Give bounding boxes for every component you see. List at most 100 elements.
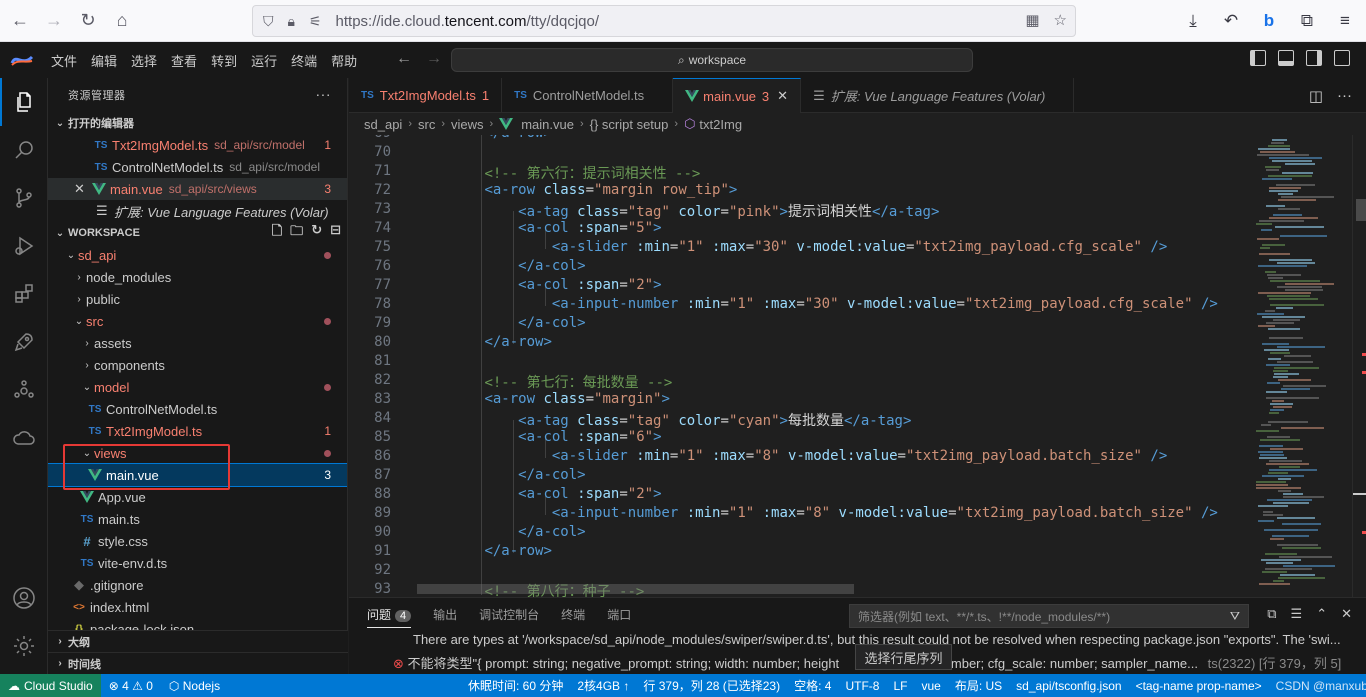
toggle-secondary-sidebar-icon[interactable]	[1306, 50, 1322, 66]
explorer-icon[interactable]	[0, 78, 48, 126]
close-icon[interactable]: ✕	[777, 88, 788, 104]
tree-file[interactable]: TS main.ts	[48, 508, 347, 530]
tree-file[interactable]: TS vite-env.d.ts	[48, 552, 347, 574]
panel-tab-ports[interactable]: 端口	[607, 606, 631, 628]
panel-tab-terminal[interactable]: 终端	[561, 606, 585, 628]
open-editor-item[interactable]: TS ControlNetModel.ts sd_api/src/model	[48, 156, 347, 178]
home-icon[interactable]: ⌂	[108, 7, 136, 35]
menu-view[interactable]: 查看	[164, 51, 204, 70]
horizontal-scrollbar[interactable]	[417, 584, 854, 594]
open-editor-item[interactable]: TS Txt2ImgModel.ts sd_api/src/model 1	[48, 134, 347, 156]
remote-indicator[interactable]: ☁ Cloud Studio	[0, 674, 101, 697]
language-status[interactable]: vue	[921, 679, 940, 693]
panel-tab-debug-console[interactable]: 调试控制台	[479, 606, 539, 628]
run-debug-icon[interactable]	[0, 222, 48, 270]
tree-folder[interactable]: ⌄ sd_api	[48, 244, 347, 266]
bookmark-star-icon[interactable]: ☆	[1054, 11, 1067, 29]
breadcrumb-item[interactable]: main.vue	[521, 117, 574, 132]
download-icon[interactable]: ⤓	[1182, 7, 1204, 35]
tree-file[interactable]: ◆ .gitignore	[48, 574, 347, 596]
filter-icon[interactable]: ⛛	[1230, 609, 1240, 624]
new-folder-icon[interactable]: 🗀︎	[290, 222, 303, 244]
menu-run[interactable]: 运行	[244, 51, 284, 70]
runtime-status[interactable]: ⬡ Nodejs	[161, 679, 228, 693]
search-icon[interactable]	[0, 126, 48, 174]
more-actions-icon[interactable]: ···	[1337, 87, 1352, 105]
tree-file[interactable]: TS Txt2ImgModel.ts 1	[48, 420, 347, 442]
keyboard-layout-status[interactable]: 布局: US	[955, 677, 1002, 694]
tree-folder[interactable]: › public	[48, 288, 347, 310]
extensions-icon[interactable]	[0, 270, 48, 318]
breadcrumb-item[interactable]: src	[418, 117, 435, 132]
account-icon[interactable]	[0, 574, 48, 622]
toggle-panel-icon[interactable]	[1278, 50, 1294, 66]
problems-status[interactable]: ⊗ 4 ⚠ 0	[101, 679, 161, 693]
toggle-sidebar-icon[interactable]	[1250, 50, 1266, 66]
graph-icon[interactable]	[0, 366, 48, 414]
tab-txt2imgmodel[interactable]: TS Txt2ImgModel.ts 1	[349, 78, 503, 113]
timeline-header[interactable]: › 时间线	[48, 652, 348, 674]
spec-status[interactable]: 2核4GB ↑	[577, 677, 629, 694]
customize-layout-icon[interactable]	[1334, 50, 1350, 66]
open-editor-item-active[interactable]: ✕ main.vue sd_api/src/views 3	[48, 178, 347, 200]
rocket-icon[interactable]	[0, 318, 48, 366]
collapse-all-icon[interactable]: ⧉	[1267, 606, 1276, 622]
menu-help[interactable]: 帮助	[324, 51, 364, 70]
sleep-status[interactable]: 休眠时间: 60 分钟	[468, 677, 563, 694]
tab-volar-extension[interactable]: ☰ 扩展: Vue Language Features (Volar)	[801, 78, 1075, 113]
problems-filter-input[interactable]: 筛选器(例如 text、**/*.ts、!**/node_modules/**)…	[849, 604, 1249, 628]
new-file-icon[interactable]: 🗋︎	[272, 222, 282, 244]
workspace-header[interactable]: ⌄ WORKSPACE 🗋︎ 🗀︎ ↻ ⊟	[48, 222, 347, 244]
tab-controlnetmodel[interactable]: TS ControlNetModel.ts	[502, 78, 674, 113]
source-control-icon[interactable]	[0, 174, 48, 222]
breadcrumb-item[interactable]: {} script setup	[590, 117, 669, 132]
nav-forward-icon[interactable]: →	[426, 50, 442, 68]
tree-file[interactable]: TS ControlNetModel.ts	[48, 398, 347, 420]
settings-gear-icon[interactable]	[0, 622, 48, 670]
breadcrumb-item[interactable]: txt2Img	[699, 117, 742, 132]
more-actions-icon[interactable]: ···	[316, 86, 332, 102]
cursor-position[interactable]: 行 379，列 28 (已选择23)	[643, 677, 780, 694]
open-editor-item[interactable]: ☰ 扩展: Vue Language Features (Volar)	[48, 200, 347, 222]
maximize-panel-icon[interactable]: ⌃	[1316, 606, 1327, 622]
reload-icon[interactable]: ↻	[74, 7, 102, 35]
panel-tab-problems[interactable]: 问题 4	[367, 606, 412, 628]
menu-file[interactable]: 文件	[44, 51, 84, 70]
bing-icon[interactable]: b	[1258, 7, 1280, 35]
indentation-status[interactable]: 空格: 4	[794, 677, 831, 694]
back-icon[interactable]: ←	[6, 7, 34, 35]
tree-file[interactable]: <> index.html	[48, 596, 347, 618]
menu-selection[interactable]: 选择	[124, 51, 164, 70]
close-panel-icon[interactable]: ✕	[1341, 606, 1352, 622]
outline-header[interactable]: › 大纲	[48, 630, 348, 652]
cloud-icon[interactable]	[0, 414, 48, 462]
qr-code-icon[interactable]: ▦	[1025, 11, 1039, 29]
tree-folder[interactable]: › components	[48, 354, 347, 376]
refresh-icon[interactable]: ↻	[311, 222, 322, 244]
menu-terminal[interactable]: 终端	[284, 51, 324, 70]
panel-tab-output[interactable]: 输出	[433, 606, 457, 628]
code-editor[interactable]: 69 </a-row> 70 71 <!-- 第六行：提示词相关性 --> 72 <a…	[349, 135, 1366, 597]
minimap[interactable]	[1248, 135, 1352, 597]
split-editor-icon[interactable]: ◫	[1309, 87, 1323, 105]
tag-style-status[interactable]: <tag-name prop-name>	[1136, 679, 1262, 693]
eol-status[interactable]: LF	[893, 679, 907, 693]
tree-folder[interactable]: › node_modules	[48, 266, 347, 288]
vertical-scrollbar[interactable]	[1352, 135, 1366, 597]
address-bar[interactable]: ⛉ 🔒︎ ⚟ https://ide.cloud.tencent.com/tty…	[252, 5, 1076, 37]
tree-folder[interactable]: ⌄ model	[48, 376, 347, 398]
encoding-status[interactable]: UTF-8	[845, 679, 879, 693]
undo-icon[interactable]: ↶	[1220, 7, 1242, 35]
menu-edit[interactable]: 编辑	[84, 51, 124, 70]
tsconfig-status[interactable]: sd_api/tsconfig.json	[1016, 679, 1121, 693]
nav-back-icon[interactable]: ←	[396, 50, 412, 68]
close-icon[interactable]: ✕	[74, 181, 92, 197]
open-editors-header[interactable]: ⌄ 打开的编辑器	[48, 112, 347, 134]
breadcrumb-item[interactable]: sd_api	[364, 117, 402, 132]
menu-go[interactable]: 转到	[204, 51, 244, 70]
extensions-icon[interactable]: ⧉	[1296, 7, 1318, 35]
view-as-list-icon[interactable]: ☰	[1291, 606, 1303, 622]
tree-folder[interactable]: › assets	[48, 332, 347, 354]
menu-icon[interactable]: ≡	[1334, 7, 1356, 35]
forward-icon[interactable]: →	[40, 7, 68, 35]
